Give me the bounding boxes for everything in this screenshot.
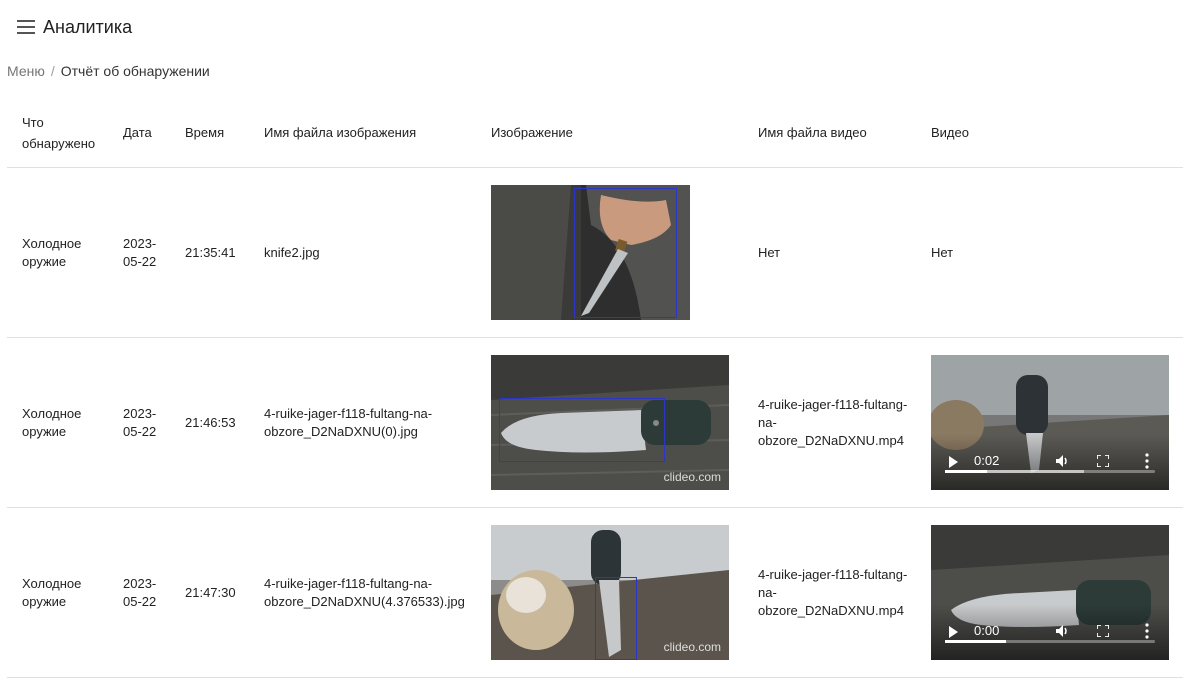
- breadcrumb: Меню / Отчёт об обнаружении: [7, 63, 210, 79]
- play-icon[interactable]: [949, 456, 958, 468]
- header-image: Изображение: [476, 98, 743, 168]
- video-progress-bar[interactable]: [945, 640, 1155, 643]
- app-title: Аналитика: [43, 16, 133, 37]
- cell-video: Нет: [916, 167, 1183, 338]
- table-row: Холодное оружие 2023-05-22 21:47:30 4-ru…: [7, 507, 1183, 678]
- cell-video-filename: 4-ruike-jager-f118-fultang-na-obzore_D2N…: [743, 337, 916, 508]
- cell-video: 0:02: [916, 337, 1183, 508]
- header-detected: Что обнаружено: [7, 98, 108, 168]
- video-progress: [945, 640, 1006, 643]
- volume-icon[interactable]: [1055, 454, 1069, 468]
- video-time: 0:00: [974, 623, 1000, 638]
- table-row: Холодное оружие 2023-05-22 21:46:53 4-ru…: [7, 337, 1183, 508]
- cell-image: [476, 167, 743, 338]
- video-player[interactable]: 0:00: [931, 525, 1169, 660]
- cell-date: 2023-05-22: [108, 167, 170, 338]
- volume-icon[interactable]: [1055, 624, 1069, 638]
- detection-image[interactable]: [491, 185, 690, 320]
- cell-time: 21:47:30: [170, 507, 249, 678]
- table-header-row: Что обнаружено Дата Время Имя файла изоб…: [7, 98, 1183, 168]
- breadcrumb-root-link[interactable]: Меню: [7, 63, 45, 79]
- image-watermark: clideo.com: [663, 470, 721, 484]
- table-row: Холодное оружие 2023-05-22 21:35:41 knif…: [7, 167, 1183, 338]
- cell-time: 21:35:41: [170, 167, 249, 338]
- cell-time: 21:46:53: [170, 337, 249, 508]
- video-progress-bar[interactable]: [945, 470, 1155, 473]
- header-image-filename: Имя файла изображения: [249, 98, 476, 168]
- detection-box: [499, 398, 665, 462]
- play-icon[interactable]: [949, 626, 958, 638]
- detection-box: [574, 188, 677, 318]
- image-watermark: clideo.com: [663, 640, 721, 654]
- cell-image-filename: 4-ruike-jager-f118-fultang-na-obzore_D2N…: [249, 337, 476, 508]
- detection-image[interactable]: clideo.com: [491, 355, 729, 490]
- header-video: Видео: [916, 98, 1183, 168]
- video-time: 0:02: [974, 453, 1000, 468]
- video-progress: [945, 470, 987, 473]
- cell-video-filename: Нет: [743, 167, 916, 338]
- breadcrumb-separator: /: [50, 63, 55, 79]
- cell-detected: Холодное оружие: [7, 167, 108, 338]
- cell-detected: Холодное оружие: [7, 337, 108, 508]
- cell-image-filename: 4-ruike-jager-f118-fultang-na-obzore_D2N…: [249, 507, 476, 678]
- cell-video: 0:00: [916, 507, 1183, 678]
- video-controls: 0:00: [931, 604, 1169, 660]
- app-bar: Аналитика: [0, 0, 1184, 54]
- cell-image: clideo.com: [476, 337, 743, 508]
- video-controls: 0:02: [931, 434, 1169, 490]
- header-time: Время: [170, 98, 249, 168]
- video-player[interactable]: 0:02: [931, 355, 1169, 490]
- breadcrumb-current: Отчёт об обнаружении: [60, 63, 210, 79]
- fullscreen-icon[interactable]: [1097, 455, 1109, 467]
- detection-report-table: Что обнаружено Дата Время Имя файла изоб…: [7, 98, 1183, 678]
- header-video-filename: Имя файла видео: [743, 98, 916, 168]
- cell-image-filename: knife2.jpg: [249, 167, 476, 338]
- cell-detected: Холодное оружие: [7, 507, 108, 678]
- more-options-icon[interactable]: [1144, 453, 1150, 469]
- cell-video-filename: 4-ruike-jager-f118-fultang-na-obzore_D2N…: [743, 507, 916, 678]
- cell-date: 2023-05-22: [108, 337, 170, 508]
- detection-box: [595, 577, 637, 660]
- cell-date: 2023-05-22: [108, 507, 170, 678]
- more-options-icon[interactable]: [1144, 623, 1150, 639]
- fullscreen-icon[interactable]: [1097, 625, 1109, 637]
- hamburger-menu-icon[interactable]: [17, 20, 35, 34]
- cell-image: clideo.com: [476, 507, 743, 678]
- header-date: Дата: [108, 98, 170, 168]
- detection-image[interactable]: clideo.com: [491, 525, 729, 660]
